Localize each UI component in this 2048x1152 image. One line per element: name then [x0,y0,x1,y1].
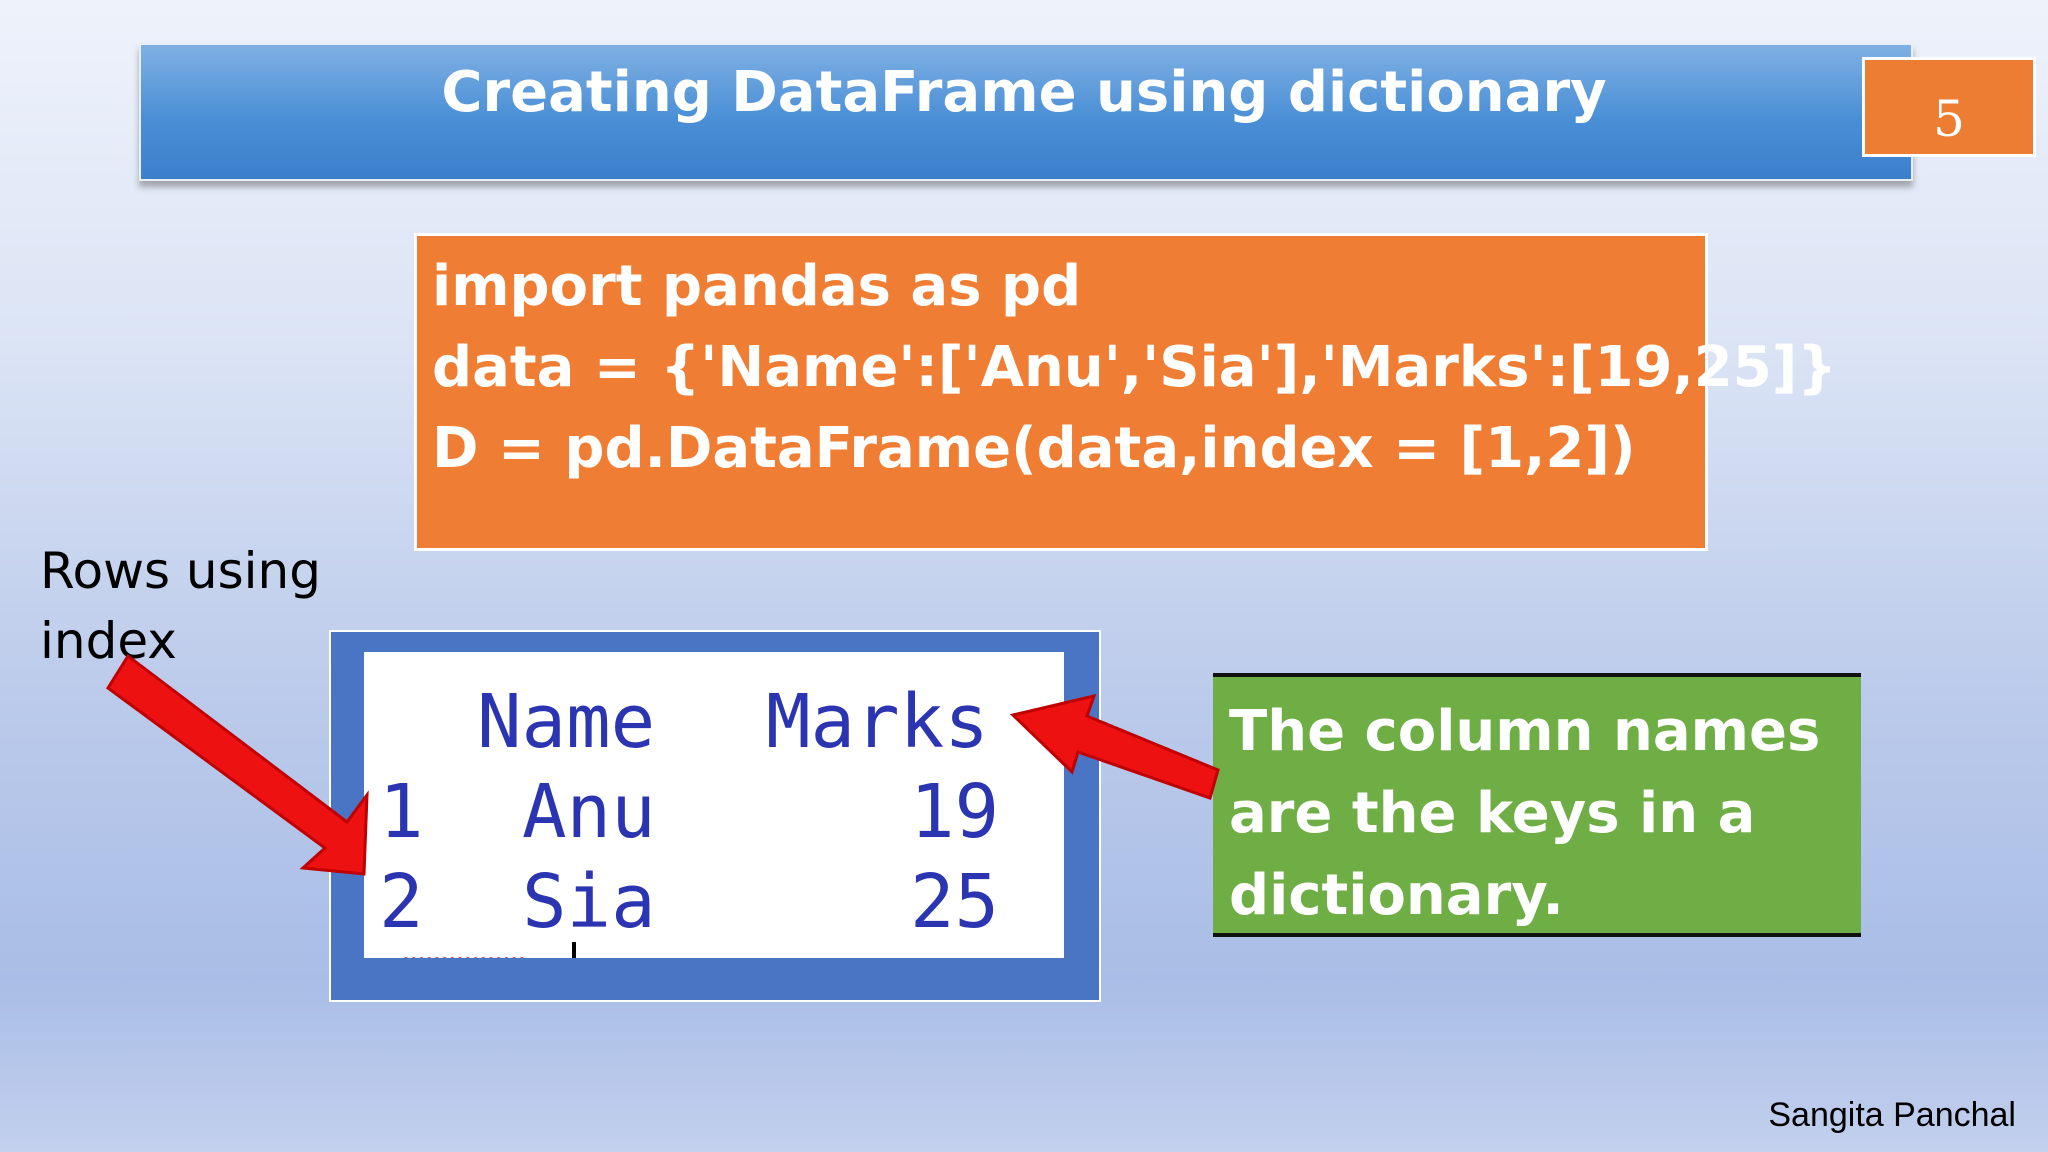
rows-label-line-2: index [40,612,177,670]
cell-name-row-2: Sia [522,859,656,945]
cell-marks-row-2: 25 [910,859,1000,945]
rows-using-index-label: Rows using index [40,536,340,676]
page-number-badge: 5 [1862,57,2036,157]
column-header-name: Name [477,679,656,765]
code-line-3: D = pd.DataFrame(data,index = [1,2]) [432,416,1636,481]
code-block: import pandas as pd data = {'Name':['Anu… [414,233,1837,551]
column-header-marks: Marks [766,679,989,765]
slide-title: Creating DataFrame using dictionary [441,60,1607,125]
cell-marks-row-1: 19 [910,769,1000,855]
text-cursor [572,942,576,958]
cell-name-row-1: Anu [522,769,656,855]
dataframe-output: Name Marks 1 Anu 19 2 Sia 25 [364,652,1064,958]
note-line-3: dictionary. [1229,863,1564,928]
code-line-1: import pandas as pd [432,254,1082,319]
rows-label-line-1: Rows using [40,542,321,600]
prompt-fragment [404,957,524,958]
row-index-2: 2 [379,859,424,945]
row-index-1: 1 [379,769,424,855]
author-credit: Sangita Panchal [1768,1096,2016,1134]
code-line-2: data = {'Name':['Anu','Sia'],'Marks':[19… [432,335,1838,400]
column-names-note: The column names are the keys in a dicti… [1213,673,1861,937]
note-line-2: are the keys in a [1229,781,1756,846]
note-line-1: The column names [1229,699,1821,764]
page-number: 5 [1933,90,1965,148]
dataframe-output-frame: Name Marks 1 Anu 19 2 Sia 25 [329,630,1101,1002]
